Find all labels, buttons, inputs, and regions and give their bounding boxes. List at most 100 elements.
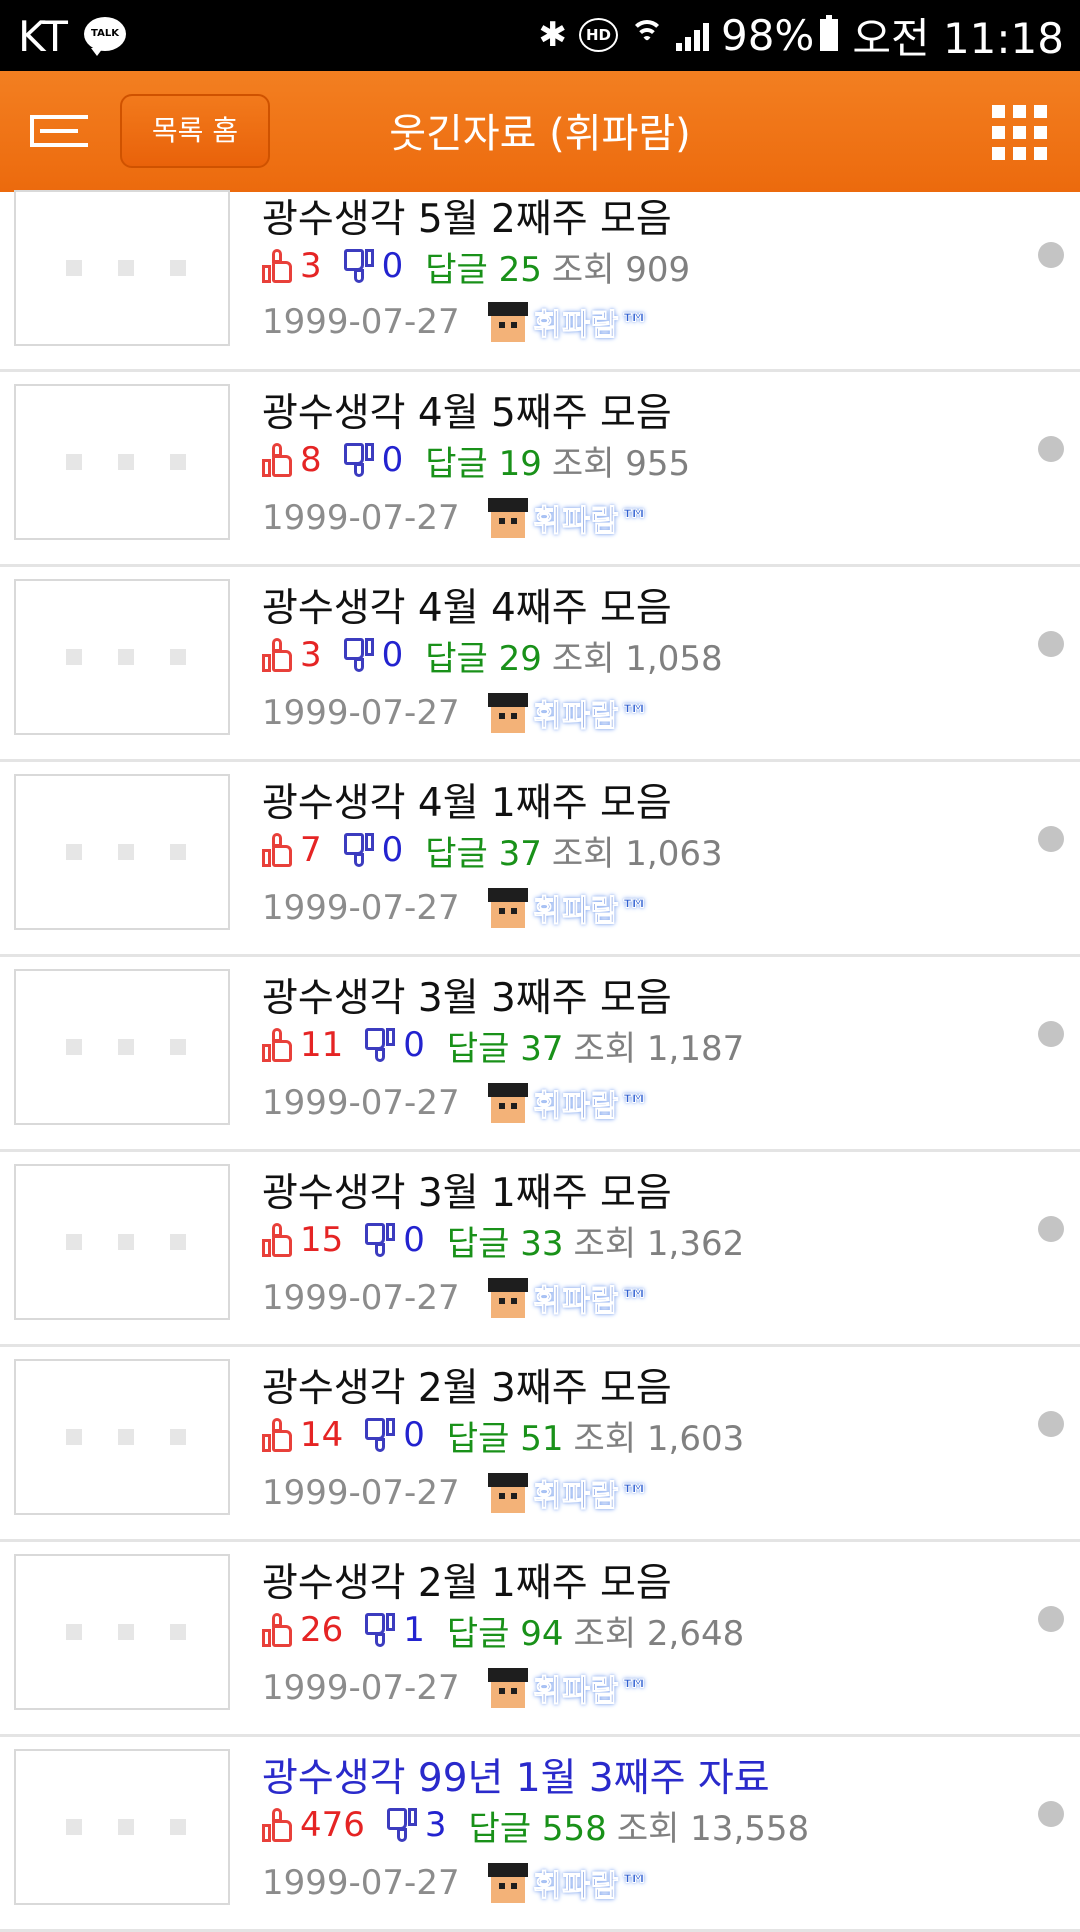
page-title: 웃긴자료 (휘파람) (389, 111, 691, 157)
like-count: 7 (300, 830, 322, 870)
post-meta: 1999-07-27 휘파람™ (262, 298, 650, 346)
loading-placeholder-icon (66, 454, 186, 470)
post-stats: 8 0 답글 19 조회 955 (262, 438, 690, 484)
author-name[interactable]: 휘파람™ (533, 496, 651, 540)
unread-dot-icon (1038, 242, 1064, 268)
post-meta: 1999-07-27 휘파람™ (262, 1469, 650, 1517)
reply-count: 답글 558 (468, 1808, 607, 1849)
loading-placeholder-icon (66, 1624, 186, 1640)
post-title[interactable]: 광수생각 4월 4째주 모음 (262, 577, 672, 633)
post-thumbnail[interactable] (14, 190, 230, 346)
post-row[interactable]: 광수생각 2월 1째주 모음 26 1 답글 94 조회 2,648 1999-07-27… (0, 1542, 1080, 1737)
unread-dot-icon (1038, 631, 1064, 657)
loading-placeholder-icon (66, 1039, 186, 1055)
post-title[interactable]: 광수생각 2월 3째주 모음 (262, 1357, 672, 1413)
post-title[interactable]: 광수생각 5월 2째주 모음 (262, 188, 672, 244)
post-meta: 1999-07-27 휘파람™ (262, 689, 650, 737)
post-title[interactable]: 광수생각 4월 5째주 모음 (262, 382, 672, 438)
post-thumbnail[interactable] (14, 774, 230, 930)
post-meta: 1999-07-27 휘파람™ (262, 1079, 650, 1127)
post-date: 1999-07-27 (262, 693, 460, 733)
post-stats: 15 0 답글 33 조회 1,362 (262, 1218, 744, 1264)
author-name[interactable]: 휘파람™ (533, 1276, 651, 1320)
like-count: 26 (300, 1610, 344, 1650)
thumbs-down-icon (343, 833, 374, 867)
author-name[interactable]: 휘파람™ (533, 1666, 651, 1710)
author-avatar-icon (487, 888, 528, 928)
dislike-count: 0 (381, 246, 404, 286)
post-row[interactable]: 광수생각 4월 1째주 모음 7 0 답글 37 조회 1,063 1999-07-27 휘… (0, 762, 1080, 957)
dislike-count: 0 (381, 635, 404, 675)
thumbs-down-icon (365, 1028, 396, 1062)
dislike-count: 1 (403, 1610, 425, 1650)
loading-placeholder-icon (66, 1819, 186, 1835)
thumbs-up-icon (262, 1223, 292, 1257)
post-date: 1999-07-27 (262, 1863, 460, 1903)
post-list: 광수생각 5월 2째주 모음 3 0 답글 25 조회 909 1999-07-27 휘파람… (0, 190, 1080, 1932)
dislike-count: 0 (403, 1415, 425, 1455)
author-name[interactable]: 휘파람™ (533, 1471, 651, 1515)
post-row[interactable]: 광수생각 4월 5째주 모음 8 0 답글 19 조회 955 1999-07-27 휘파람… (0, 372, 1080, 567)
post-date: 1999-07-27 (262, 498, 460, 538)
reply-count: 답글 37 (446, 1028, 564, 1069)
reply-count: 답글 37 (425, 833, 542, 874)
author-name[interactable]: 휘파람™ (533, 1081, 651, 1125)
like-count: 11 (300, 1025, 344, 1065)
post-row[interactable]: 광수생각 5월 2째주 모음 3 0 답글 25 조회 909 1999-07-27 휘파람… (0, 190, 1080, 372)
post-thumbnail[interactable] (14, 1554, 230, 1710)
post-date: 1999-07-27 (262, 302, 460, 342)
thumbs-up-icon (262, 443, 292, 477)
thumbs-down-icon (365, 1223, 396, 1257)
post-row[interactable]: 광수생각 3월 3째주 모음 11 0 답글 37 조회 1,187 1999-07-27… (0, 957, 1080, 1152)
clock: 오전 11:18 (852, 13, 1064, 63)
post-thumbnail[interactable] (14, 384, 230, 540)
post-title[interactable]: 광수생각 4월 1째주 모음 (262, 772, 672, 828)
battery-percent: 98% (720, 10, 815, 60)
loading-placeholder-icon (66, 844, 186, 860)
post-title[interactable]: 광수생각 3월 1째주 모음 (262, 1162, 672, 1218)
dislike-count: 0 (403, 1220, 425, 1260)
post-title[interactable]: 광수생각 2월 1째주 모음 (262, 1552, 672, 1608)
post-thumbnail[interactable] (14, 1359, 230, 1515)
post-title[interactable]: 광수생각 3월 3째주 모음 (262, 967, 672, 1023)
post-row[interactable]: 광수생각 2월 3째주 모음 14 0 답글 51 조회 1,603 1999-07-27… (0, 1347, 1080, 1542)
author-name[interactable]: 휘파람™ (533, 1861, 651, 1905)
author-avatar-icon (487, 1863, 528, 1903)
post-row[interactable]: 광수생각 3월 1째주 모음 15 0 답글 33 조회 1,362 1999-07-27… (0, 1152, 1080, 1347)
post-thumbnail[interactable] (14, 579, 230, 735)
post-row[interactable]: 광수생각 99년 1월 3째주 자료 476 3 답글 558 조회 13,558 199… (0, 1737, 1080, 1932)
author-name[interactable]: 휘파람™ (533, 691, 651, 735)
post-thumbnail[interactable] (14, 1749, 230, 1905)
unread-dot-icon (1038, 1801, 1064, 1827)
post-thumbnail[interactable] (14, 969, 230, 1125)
like-count: 15 (300, 1220, 344, 1260)
thumbs-up-icon (262, 1418, 292, 1452)
thumbs-up-icon (262, 638, 292, 672)
reply-count: 답글 33 (446, 1223, 564, 1264)
apps-grid-icon[interactable] (992, 105, 1048, 161)
author-avatar-icon (487, 302, 528, 342)
post-title[interactable]: 광수생각 99년 1월 3째주 자료 (262, 1747, 770, 1803)
post-thumbnail[interactable] (14, 1164, 230, 1320)
post-meta: 1999-07-27 휘파람™ (262, 494, 650, 542)
post-date: 1999-07-27 (262, 1473, 460, 1513)
author-avatar-icon (487, 693, 528, 733)
dislike-count: 0 (403, 1025, 425, 1065)
kakaotalk-notification-icon: TALK (84, 17, 126, 56)
thumbs-up-icon (262, 249, 292, 283)
thumbs-up-icon (262, 1028, 292, 1062)
signal-icon (675, 19, 709, 51)
like-count: 3 (300, 246, 322, 286)
status-bar: KT TALK ✱ HD 98% 오전 11:18 (0, 0, 1080, 71)
bluetooth-icon: ✱ (538, 15, 567, 55)
carrier-label: KT (18, 12, 68, 61)
author-name[interactable]: 휘파람™ (533, 886, 651, 930)
author-avatar-icon (487, 1083, 528, 1123)
post-date: 1999-07-27 (262, 1083, 460, 1123)
post-row[interactable]: 광수생각 4월 4째주 모음 3 0 답글 29 조회 1,058 1999-07-27 휘… (0, 567, 1080, 762)
thumbs-up-icon (262, 1613, 292, 1647)
author-name[interactable]: 휘파람™ (533, 300, 651, 344)
view-count: 조회 2,648 (573, 1613, 745, 1654)
like-count: 8 (300, 440, 322, 480)
view-count: 조회 909 (551, 249, 691, 290)
